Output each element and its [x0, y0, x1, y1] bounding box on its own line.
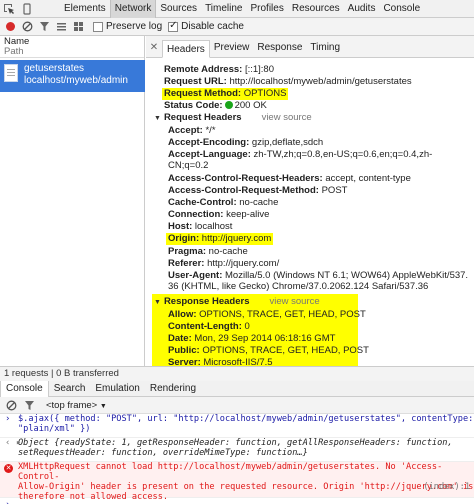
header-cache-control: Cache-Control: no-cache [168, 197, 279, 208]
inspect-element-icon[interactable] [0, 0, 18, 18]
request-headers-title: Request Headers [163, 112, 242, 123]
request-list: Name Path getuserstates localhost/myweb/… [0, 36, 145, 366]
response-headers-section[interactable]: ▼ Response Headers view source [154, 296, 320, 309]
request-list-header[interactable]: Name Path [0, 36, 144, 58]
request-headers-section[interactable]: ▼ Request Headers view source [154, 112, 312, 125]
clear-console-icon[interactable] [2, 396, 20, 414]
disable-cache-checkbox[interactable]: Disable cache [168, 20, 244, 32]
record-icon[interactable] [2, 18, 19, 36]
network-status-bar: 1 requests | 0 B transferred [0, 366, 474, 381]
status-code-row: Status Code: 200 OK [164, 100, 267, 111]
result-expand-icon[interactable]: ‹ ▸ [5, 438, 21, 448]
network-toolbar: Preserve log Disable cache [0, 18, 474, 36]
header-user-agent: User-Agent: Mozilla/5.0 (Windows NT 6.1;… [168, 270, 469, 281]
error-source-link[interactable]: (index):1 [423, 482, 470, 492]
request-url-row: Request URL: http://localhost/myweb/admi… [164, 76, 412, 87]
header-acr-method: Access-Control-Request-Method: POST [168, 185, 348, 196]
tab-headers[interactable]: Headers [162, 40, 210, 58]
drawer-tab-rendering[interactable]: Rendering [145, 381, 201, 397]
header-server: Server: Microsoft-IIS/7.5 [168, 357, 273, 366]
console-error: ✕ XMLHttpRequest cannot load http://loca… [0, 462, 474, 502]
error-icon: ✕ [4, 464, 13, 473]
console-error-line-1: XMLHttpRequest cannot load http://localh… [18, 462, 443, 482]
expand-triangle-icon[interactable]: ▼ [154, 297, 161, 309]
document-icon [4, 64, 18, 82]
header-public: Public: OPTIONS, TRACE, GET, HEAD, POST [168, 345, 369, 356]
prompt-icon: › [5, 414, 11, 424]
tab-profiles[interactable]: Profiles [246, 0, 287, 18]
expand-triangle-icon[interactable]: ▼ [154, 113, 161, 125]
status-ok-icon [224, 101, 233, 109]
disable-cache-box[interactable] [168, 20, 179, 32]
console-result-line-2: setRequestHeader: function, overrideMime… [18, 448, 308, 458]
devtools-main-toolbar: Elements Network Sources Timeline Profil… [0, 0, 474, 18]
clear-icon[interactable] [19, 18, 36, 36]
drawer-tabs: Console Search Emulation Rendering [0, 380, 474, 397]
overview-icon[interactable] [70, 18, 87, 36]
header-origin: Origin: http://jquery.com [166, 233, 274, 245]
header-accept-language-cont: CN;q=0.2 [168, 160, 209, 171]
device-mode-icon[interactable] [18, 0, 36, 18]
header-host: Host: localhost [168, 221, 233, 232]
tab-sources[interactable]: Sources [156, 0, 201, 18]
console-error-line-2: Allow-Origin' header is present on the r… [18, 482, 474, 492]
console-result-line-1: Object {readyState: 1, getResponseHeader… [18, 438, 453, 448]
frame-select[interactable]: <top frame> ▼ [46, 400, 107, 411]
request-view-source-link[interactable]: view source [262, 112, 312, 123]
console-command: › $.ajax({ method: "POST", url: "http://… [0, 414, 474, 438]
header-accept-language: Accept-Language: zh-TW,zh;q=0.8,en-US;q=… [168, 149, 433, 160]
filter-icon[interactable] [36, 18, 53, 36]
header-content-length: Content-Length: 0 [168, 321, 250, 332]
disable-cache-label: Disable cache [181, 21, 244, 32]
drawer-tab-console[interactable]: Console [0, 380, 49, 397]
console-prompt-icon[interactable]: › [5, 500, 10, 504]
header-accept: Accept: */* [168, 125, 216, 136]
path-column-header: Path [4, 46, 24, 57]
tab-response[interactable]: Response [253, 39, 306, 57]
console-error-line-3: therefore not allowed access. [18, 492, 169, 502]
remote-address-row: Remote Address: [::1]:80 [164, 64, 275, 75]
header-accept-encoding: Accept-Encoding: gzip,deflate,sdch [168, 137, 324, 148]
close-icon[interactable]: ✕ [148, 39, 160, 57]
console-result[interactable]: ‹ ▸ Object {readyState: 1, getResponseHe… [0, 438, 474, 462]
tab-console[interactable]: Console [379, 0, 424, 18]
console-output: › $.ajax({ method: "POST", url: "http://… [0, 414, 474, 504]
panel-tabs: Elements Network Sources Timeline Profil… [60, 0, 424, 18]
drawer-tab-emulation[interactable]: Emulation [90, 381, 144, 397]
request-method-row: Request Method: OPTIONS [162, 88, 289, 100]
header-allow: Allow: OPTIONS, TRACE, GET, HEAD, POST [168, 309, 366, 320]
preserve-log-box[interactable] [93, 21, 103, 32]
header-acr-headers: Access-Control-Request-Headers: accept, … [168, 173, 411, 184]
tab-audits[interactable]: Audits [344, 0, 380, 18]
request-name: getuserstates [24, 63, 85, 74]
response-headers-title: Response Headers [163, 296, 250, 307]
tab-timeline[interactable]: Timeline [201, 0, 246, 18]
detail-tabs: ✕ Headers Preview Response Timing [146, 36, 474, 58]
tab-timing[interactable]: Timing [306, 39, 344, 57]
request-path: localhost/myweb/admin [24, 75, 128, 86]
response-view-source-link[interactable]: view source [269, 296, 319, 307]
frame-select-value: <top frame> [46, 399, 98, 411]
header-date: Date: Mon, 29 Sep 2014 06:18:16 GMT [168, 333, 336, 344]
preserve-log-checkbox[interactable]: Preserve log [93, 21, 162, 32]
name-column-header[interactable]: Name [4, 37, 140, 47]
tab-resources[interactable]: Resources [288, 0, 344, 18]
tab-network[interactable]: Network [109, 0, 157, 18]
list-view-icon[interactable] [53, 18, 70, 36]
header-referer: Referer: http://jquery.com/ [168, 258, 280, 269]
header-pragma: Pragma: no-cache [168, 246, 248, 257]
console-command-line-1: $.ajax({ method: "POST", url: "http://lo… [18, 414, 474, 424]
filter-icon[interactable] [20, 396, 38, 414]
console-command-line-2: "plain/xml" }) [18, 424, 91, 434]
drawer-tab-search[interactable]: Search [49, 381, 91, 397]
tab-preview[interactable]: Preview [210, 39, 254, 57]
tab-elements[interactable]: Elements [60, 0, 110, 18]
header-user-agent-cont: 36 (KHTML, like Gecko) Chrome/37.0.2062.… [168, 281, 429, 292]
request-row-selected[interactable]: getuserstates localhost/myweb/admin [0, 60, 145, 92]
preserve-log-label: Preserve log [106, 21, 163, 32]
request-details: ✕ Headers Preview Response Timing Remote… [146, 36, 474, 366]
chevron-down-icon: ▼ [99, 402, 107, 410]
console-toolbar: <top frame> ▼ [0, 397, 474, 414]
header-connection: Connection: keep-alive [168, 209, 270, 220]
